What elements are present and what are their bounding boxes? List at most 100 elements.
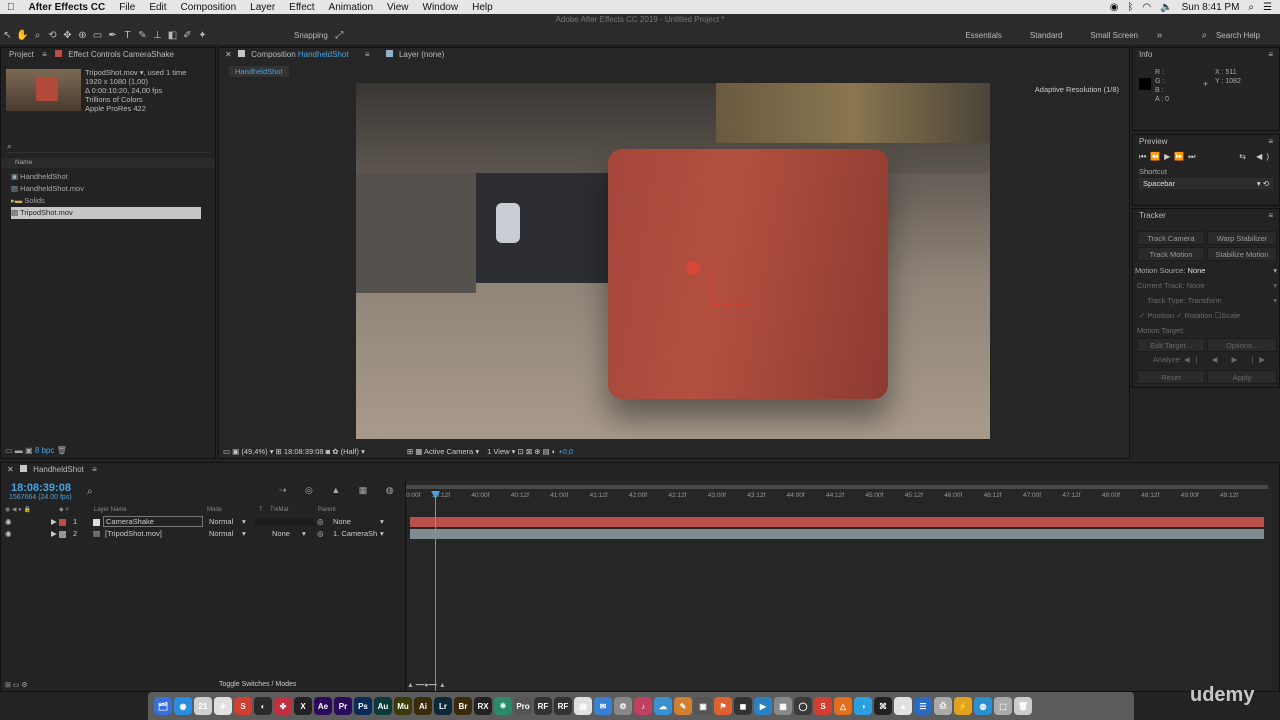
project-item[interactable]: ▤ HandheldShot.mov bbox=[11, 183, 201, 195]
tab-project[interactable]: Project bbox=[9, 50, 34, 59]
dock-app-icon[interactable]: Au bbox=[374, 697, 392, 715]
layer-bar[interactable] bbox=[410, 517, 1264, 527]
dock-app-icon[interactable]: ◉ bbox=[174, 697, 192, 715]
pen-tool-icon[interactable]: ✒ bbox=[106, 29, 119, 42]
close-tab-icon[interactable]: ✕ bbox=[7, 465, 16, 474]
pan-tool-icon[interactable]: ✥ bbox=[61, 29, 74, 42]
resolution-select[interactable]: (Half) bbox=[341, 447, 359, 456]
prev-frame-icon[interactable]: ⏪ bbox=[1150, 152, 1164, 161]
view-layout-select[interactable]: 1 View bbox=[487, 447, 509, 456]
new-folder-icon[interactable]: ▬ bbox=[15, 446, 25, 455]
dock-app-icon[interactable]: ◼ bbox=[734, 697, 752, 715]
rotate-tool-icon[interactable]: ⊕ bbox=[76, 29, 89, 42]
notification-icon[interactable]: ☰ bbox=[1263, 2, 1272, 13]
dock-app-icon[interactable]: Pro bbox=[514, 697, 532, 715]
menubar-clock[interactable]: Sun 8:41 PM bbox=[1182, 2, 1240, 13]
dock-app-icon[interactable]: Ps bbox=[354, 697, 372, 715]
zoom-slider-icon[interactable]: ▲ ━━●━━ ▲ bbox=[407, 681, 446, 689]
dock-app-icon[interactable]: ♪ bbox=[634, 697, 652, 715]
eye-icon[interactable]: ◉ bbox=[5, 528, 12, 540]
search-icon[interactable]: ⌕ bbox=[1198, 29, 1211, 42]
next-frame-icon[interactable]: ⏩ bbox=[1174, 152, 1188, 161]
dock-app-icon[interactable]: ◯ bbox=[794, 697, 812, 715]
col-trkmat[interactable]: TrkMat bbox=[270, 506, 288, 515]
dock-app-icon[interactable]: Ae bbox=[314, 697, 332, 715]
menu-layer[interactable]: Layer bbox=[243, 2, 282, 13]
brush-tool-icon[interactable]: ✎ bbox=[136, 29, 149, 42]
new-comp-icon[interactable]: ▣ bbox=[25, 446, 35, 455]
shortcut-select[interactable]: Spacebar ▾ ⟲ bbox=[1139, 178, 1273, 189]
dock-app-icon[interactable]: ☰ bbox=[914, 697, 932, 715]
snapping-icon[interactable]: ⤢ bbox=[333, 29, 346, 42]
dock-app-icon[interactable]: ▤ bbox=[574, 697, 592, 715]
panel-menu-icon[interactable]: ≡ bbox=[92, 465, 97, 474]
layer-label-color[interactable] bbox=[59, 519, 66, 526]
chevron-down-icon[interactable]: ▾ bbox=[242, 528, 246, 540]
menu-composition[interactable]: Composition bbox=[174, 2, 244, 13]
timeline-footer-icons[interactable]: ⊞ ▭ ⚙ bbox=[5, 681, 28, 689]
dock-app-icon[interactable]: ✈ bbox=[214, 697, 232, 715]
clone-tool-icon[interactable]: ⊥ bbox=[151, 29, 164, 42]
more-workspaces-icon[interactable]: » bbox=[1153, 29, 1166, 42]
panel-menu-icon[interactable]: ≡ bbox=[1268, 48, 1273, 62]
menu-file[interactable]: File bbox=[112, 2, 142, 13]
workspace-standard[interactable]: Standard bbox=[1016, 31, 1076, 40]
dock-app-icon[interactable]: ⌘ bbox=[874, 697, 892, 715]
project-item[interactable]: ▣ HandheldShot bbox=[11, 171, 201, 183]
expand-icon[interactable]: ▶ bbox=[51, 528, 57, 540]
timeline-search-icon[interactable]: ⌕ bbox=[87, 486, 93, 497]
dock-app-icon[interactable]: ◐ bbox=[254, 697, 272, 715]
dock-app-icon[interactable]: ▦ bbox=[774, 697, 792, 715]
interpret-footage-icon[interactable]: ▭ bbox=[5, 446, 13, 455]
dock-app-icon[interactable]: ⬚ bbox=[994, 697, 1012, 715]
stabilize-motion-button[interactable]: Stabilize Motion bbox=[1207, 247, 1277, 261]
tab-composition[interactable]: Composition bbox=[251, 50, 295, 59]
always-preview-icon[interactable]: ▭ bbox=[223, 447, 232, 456]
time-ruler[interactable]: 0:00f 39:12f 40:00f 40:12f 41:00f 41:12f 42:00… bbox=[406, 489, 1268, 503]
eye-icon[interactable]: ◉ bbox=[5, 516, 12, 528]
play-icon[interactable]: ▶ bbox=[1164, 152, 1174, 161]
dock-app-icon[interactable]: Lr bbox=[434, 697, 452, 715]
menu-edit[interactable]: Edit bbox=[142, 2, 173, 13]
dock-app-icon[interactable]: ◍ bbox=[974, 697, 992, 715]
dock-app-icon[interactable]: ▣ bbox=[694, 697, 712, 715]
dock-app-icon[interactable]: 🗑 bbox=[1014, 697, 1032, 715]
camera-select[interactable]: Active Camera bbox=[424, 447, 473, 456]
menu-animation[interactable]: Animation bbox=[322, 2, 380, 13]
chevron-down-icon[interactable]: ▾ bbox=[302, 528, 306, 540]
layer-row[interactable]: ◉ ▶ 2 ▤ [TripodShot.mov] Normal ▾ None ▾… bbox=[1, 528, 404, 540]
wifi-icon[interactable]: ◠ bbox=[1142, 2, 1151, 13]
current-time[interactable]: 18:08:39:08 bbox=[284, 447, 324, 456]
trkmat-select[interactable] bbox=[254, 518, 314, 526]
apple-icon[interactable]:  bbox=[0, 2, 22, 13]
track-point[interactable] bbox=[712, 271, 748, 305]
analyze-controls-icon[interactable]: ◀| ◀ ▶ |▶ bbox=[1184, 355, 1271, 364]
layer-name[interactable]: [TripodShot.mov] bbox=[105, 528, 162, 540]
options-button[interactable]: Options... bbox=[1207, 338, 1277, 352]
column-header-name[interactable]: Name bbox=[1, 158, 215, 168]
trash-icon[interactable]: 🗑 bbox=[57, 446, 67, 455]
chevron-down-icon[interactable]: ▾ bbox=[380, 516, 384, 528]
dock-app-icon[interactable]: Ai bbox=[414, 697, 432, 715]
col-layer-name[interactable]: Layer Name bbox=[94, 506, 127, 515]
dock-app-icon[interactable]: Mu bbox=[394, 697, 412, 715]
snapping-toggle[interactable]: Snapping bbox=[290, 31, 332, 40]
asset-name[interactable]: TripodShot.mov ▾ bbox=[85, 68, 144, 77]
trkmat-select[interactable]: None bbox=[272, 528, 290, 540]
menu-help[interactable]: Help bbox=[465, 2, 500, 13]
app-menu[interactable]: After Effects CC bbox=[22, 2, 113, 13]
dock-app-icon[interactable]: Br bbox=[454, 697, 472, 715]
motion-source-select[interactable]: None bbox=[1188, 266, 1206, 275]
dock-app-icon[interactable]: ⎙ bbox=[934, 697, 952, 715]
comp-breadcrumb[interactable]: HandheldShot bbox=[229, 66, 289, 77]
layer-parent[interactable]: None bbox=[333, 516, 351, 528]
toggle-switches-modes[interactable]: Toggle Switches / Modes bbox=[219, 681, 296, 688]
close-tab-icon[interactable]: ✕ bbox=[225, 50, 234, 59]
dock-app-icon[interactable]: ✤ bbox=[274, 697, 292, 715]
col-mode[interactable]: Mode bbox=[207, 506, 222, 515]
first-frame-icon[interactable]: ⏮ bbox=[1139, 152, 1150, 161]
layer-label-color[interactable] bbox=[59, 531, 66, 538]
layer-bar[interactable] bbox=[410, 529, 1264, 539]
region-icon[interactable]: ▣ bbox=[232, 447, 241, 456]
dock-app-icon[interactable]: ▶ bbox=[754, 697, 772, 715]
